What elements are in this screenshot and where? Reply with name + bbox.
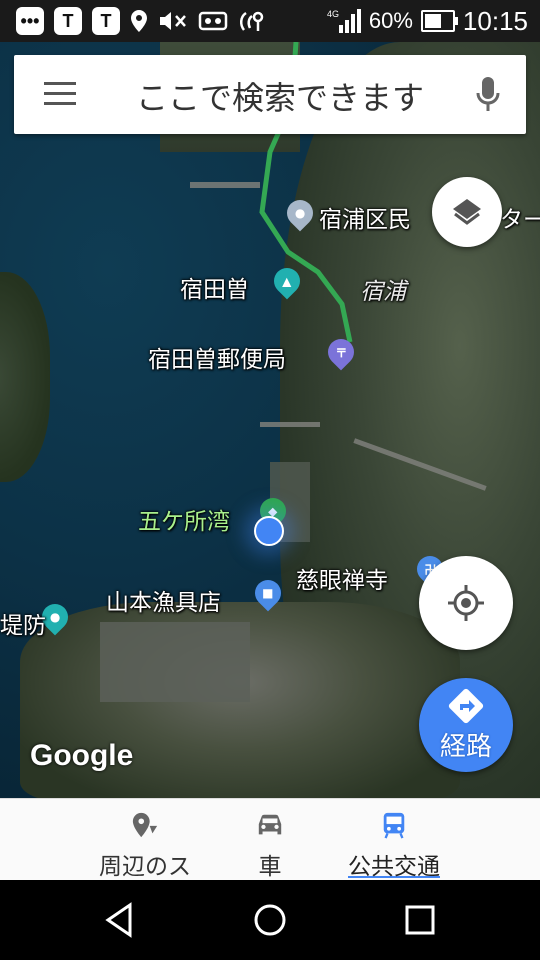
map-label[interactable]: 山本漁具店 [106,583,221,617]
battery-icon [420,10,458,32]
search-bar[interactable]: ここで検索できます [14,55,526,134]
google-attribution: Google [30,739,134,772]
map-label[interactable]: 慈眼禅寺 [296,561,388,595]
layers-icon [453,199,481,225]
tab-car[interactable]: 車 [240,799,300,881]
nfc-icon [240,11,264,31]
my-location-button[interactable] [419,556,513,650]
layers-button[interactable] [432,177,502,247]
map-label[interactable]: 宿田曽郵便局 [148,340,286,374]
directions-button[interactable]: 経路 [419,678,513,772]
car-icon [258,814,282,835]
map-label[interactable]: ター [500,200,540,234]
tab-label: 周辺のス [99,854,191,880]
place-pin-icon [132,812,158,838]
voicemail-robot-icon [198,11,228,31]
map-label: 宿浦 [360,279,406,305]
tab-label: 公共交通 [348,854,440,880]
location-icon [131,10,147,32]
map-label[interactable]: 五ケ所湾 [138,502,230,536]
tab-transit[interactable]: 公共交通 [340,799,448,881]
back-icon[interactable] [100,900,140,940]
search-input[interactable]: ここで検索できます [136,73,424,119]
battery-percent: 60% [368,8,413,33]
map-label[interactable]: 堤防 [0,606,46,640]
recents-icon[interactable] [400,900,440,940]
microphone-icon[interactable] [476,77,500,113]
my-location-dot [254,516,284,546]
signal-icon: 4G [327,9,361,33]
directions-label: 経路 [439,731,492,762]
mute-icon [160,12,186,30]
message-notification-icon: ••• [16,7,44,35]
status-bar: ••• T T 4G 60% 10:15 [0,0,540,42]
tab-explore-nearby[interactable]: 周辺のス [95,799,195,881]
svg-text:4G: 4G [327,9,339,19]
system-navigation-bar [0,880,540,960]
map-label[interactable]: 宿浦区民 [319,200,411,234]
home-icon[interactable] [250,900,290,940]
tab-label: 車 [258,854,282,880]
clock: 10:15 [462,5,528,36]
my-location-icon [448,585,484,621]
app-notification-icon: T [54,7,82,35]
app-notification-icon: T [92,7,120,35]
menu-icon[interactable] [44,82,76,106]
directions-icon [448,688,484,723]
map-label[interactable]: 宿田曽 [180,270,249,304]
bottom-tab-bar: 周辺のス 車 公共交通 [0,798,540,881]
transit-icon [383,812,405,839]
